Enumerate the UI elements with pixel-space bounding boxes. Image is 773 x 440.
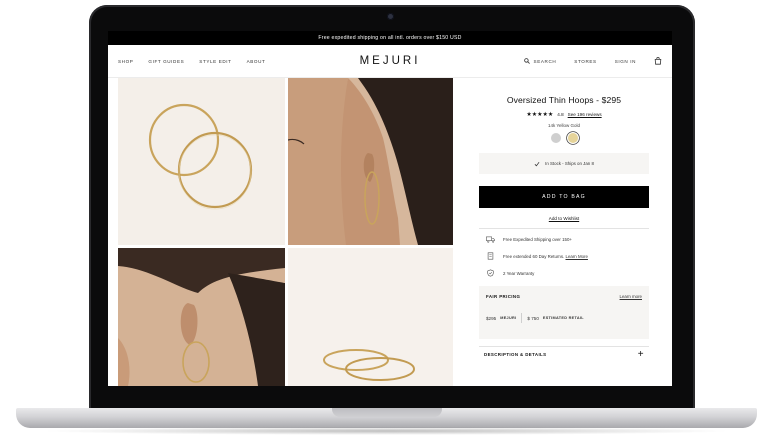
product-image-hoops-flat[interactable] [288,248,453,386]
star-rating-icon: ★★★★★ [526,112,554,118]
product-image-hoops[interactable] [118,78,285,245]
perk-shipping: Free Expedited Shipping over 150+ [479,236,649,243]
laptop-notch [332,408,442,417]
stock-status: In Stock - Ships on Jan 8 [479,153,649,174]
receipt-icon [486,252,495,260]
screen: Free expedited shipping on all intl. ord… [108,31,672,386]
add-to-bag-button[interactable]: ADD TO BAG [479,186,649,208]
model-image-ear[interactable] [118,248,285,386]
shield-icon [486,269,495,277]
nav-style-edit[interactable]: STYLE EDIT [199,59,231,64]
retail-price: $ 750 [527,315,539,321]
returns-learn-more-link[interactable]: Learn More [566,254,588,259]
reviews-link[interactable]: See 196 reviews [568,112,602,117]
product-title: Oversized Thin Hoops - $295 [506,95,622,105]
nav-shop[interactable]: SHOP [118,59,133,64]
rating-value: 4.8 [557,112,564,117]
fair-pricing-learn-more-link[interactable]: Learn more [620,294,642,299]
site-header: SHOP GIFT GUIDES STYLE EDIT ABOUT MEJURI… [108,45,672,78]
details-label: DESCRIPTION & DETAILS [484,352,547,357]
stock-text: In Stock - Ships on Jan 8 [545,161,594,166]
laptop-shadow [40,427,733,435]
nav-about[interactable]: ABOUT [247,59,266,64]
nav-sign-in[interactable]: SIGN IN [615,59,636,64]
mejuri-price-label: MEJURI [500,316,517,320]
pricing-comparison: $295 MEJURI $ 750 ESTIMATED RETAIL [486,313,642,323]
brand-logo[interactable]: MEJURI [360,55,421,67]
perk-returns: Free extended 60 Day Returns. Learn More [479,252,649,260]
fair-pricing-box: FAIR PRICING Learn more $295 MEJURI $ 75… [479,286,649,339]
color-swatches [479,133,649,143]
perk-shipping-text: Free Expedited Shipping over 150+ [503,237,572,242]
perk-returns-text: Free extended 60 Day Returns. [503,253,565,259]
search-button[interactable]: SEARCH [523,58,557,64]
product-panel: Oversized Thin Hoops - $295 ★★★★★ 4.8 Se… [479,78,649,362]
mejuri-price: $295 [486,315,497,321]
swatch-silver[interactable] [550,133,561,143]
perk-warranty: 2 Year Warranty [479,269,649,277]
material-label: 14k Yellow Gold [547,123,581,128]
perk-warranty-text: 2 Year Warranty [503,270,535,276]
shopping-bag-icon[interactable] [654,57,662,65]
promo-text: Free expedited shipping on all intl. ord… [318,35,462,41]
model-image-side[interactable] [288,78,453,245]
perks-list: Free Expedited Shipping over 150+ Free e… [479,236,649,277]
divider [479,228,649,229]
utility-nav: SEARCH STORES SIGN IN [523,57,662,65]
search-label: SEARCH [533,58,557,64]
product-gallery [118,78,453,386]
rating-row: ★★★★★ 4.8 See 196 reviews [479,111,649,118]
plus-icon: + [637,349,644,360]
webcam-icon [387,13,394,20]
pricing-divider [521,313,523,323]
nav-stores[interactable]: STORES [574,59,596,64]
checkmark-icon [534,161,540,167]
truck-icon [486,236,495,243]
retail-price-label: ESTIMATED RETAIL [542,316,584,320]
main-nav: SHOP GIFT GUIDES STYLE EDIT ABOUT [118,59,265,64]
description-details-accordion[interactable]: DESCRIPTION & DETAILS + [479,346,649,362]
add-to-wishlist-link[interactable]: Add to Wishlist [479,216,649,221]
search-icon [523,58,530,64]
nav-gift-guides[interactable]: GIFT GUIDES [148,59,184,64]
fair-pricing-title: FAIR PRICING [486,294,521,299]
swatch-yellow-gold[interactable] [567,133,578,143]
promo-bar: Free expedited shipping on all intl. ord… [108,31,672,45]
